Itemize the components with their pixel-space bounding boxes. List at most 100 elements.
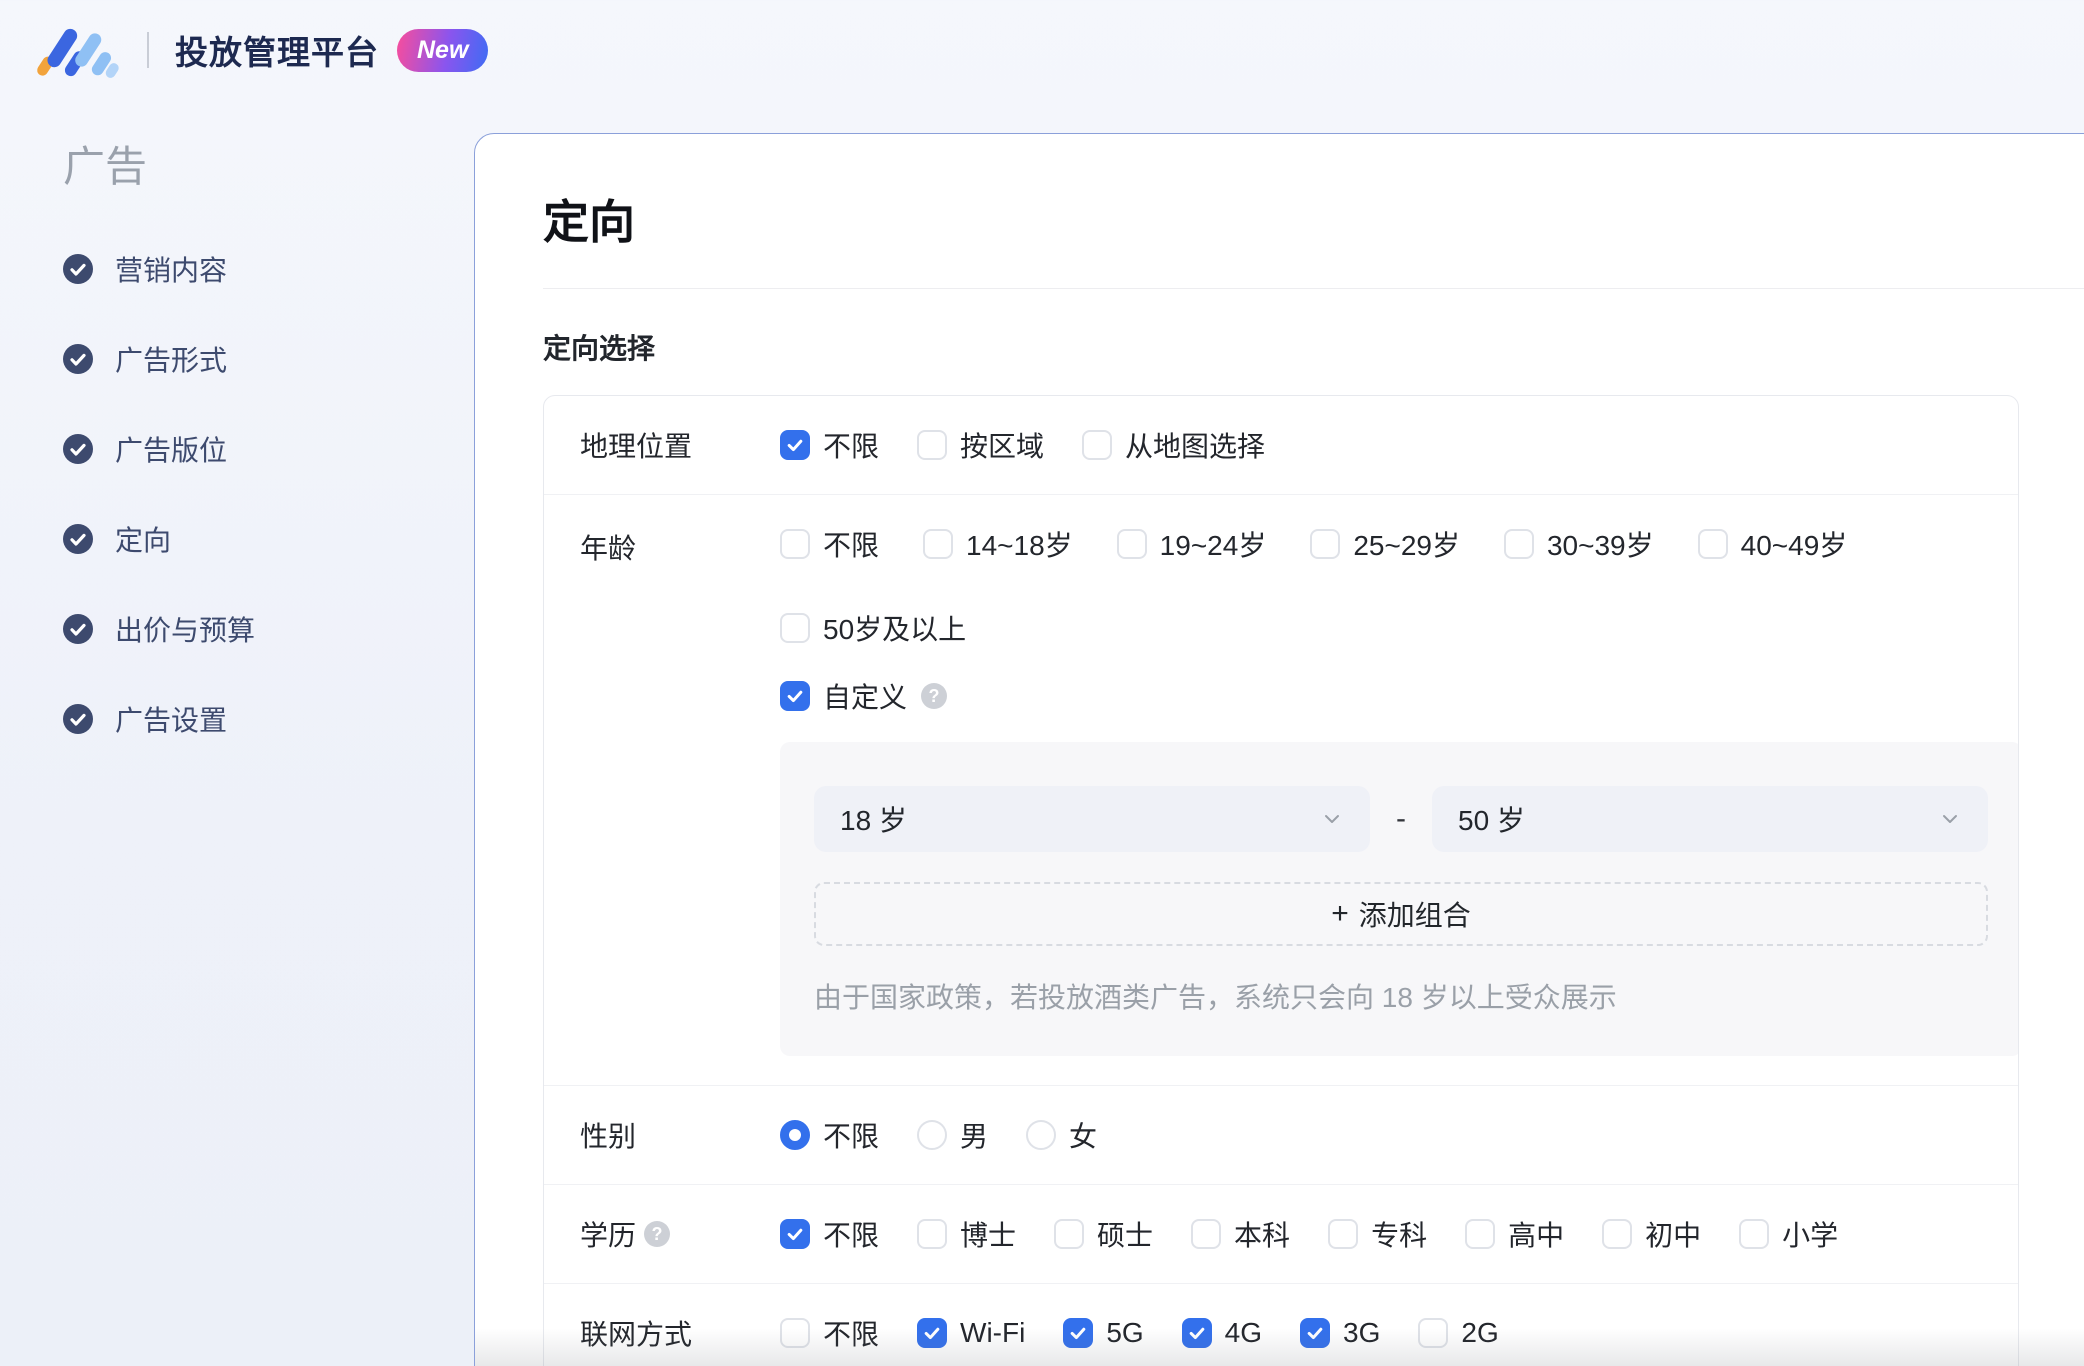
row-label: 地理位置 [580,431,693,462]
checkbox-edu-doctor[interactable]: 博士 [917,1214,1016,1254]
row-label: 年龄 [580,533,637,564]
option-label: 2G [1461,1317,1499,1348]
radio-gender-male[interactable]: 男 [917,1115,988,1155]
checkbox-net-2g[interactable]: 2G [1418,1317,1499,1349]
option-label: 男 [960,1121,989,1152]
row-label: 学历 ? [580,1214,780,1254]
checkbox-geo-by-region[interactable]: 按区域 [917,425,1044,465]
sidebar-item-label: 定向 [115,525,172,556]
row-age: 年龄 不限 14~18岁 19~24岁 25~29岁 30~39岁 40~49岁… [544,494,2018,1085]
sidebar-heading: 广告 [63,143,148,190]
checkbox-age-unlimited[interactable]: 不限 [780,524,879,564]
checkbox [1054,1219,1085,1249]
checkbox-age-14-18[interactable]: 14~18岁 [923,524,1073,564]
option-label: 不限 [823,1121,880,1152]
checkbox-age-25-29[interactable]: 25~29岁 [1310,524,1460,564]
checkbox-net-3g[interactable]: 3G [1300,1317,1380,1349]
age-from-select[interactable]: 18 岁 [814,786,1370,852]
checkbox-age-30-39[interactable]: 30~39岁 [1503,524,1654,564]
checkbox-net-4g[interactable]: 4G [1181,1317,1262,1349]
option-label: 40~49岁 [1740,530,1848,561]
checkbox-edu-middleschool[interactable]: 初中 [1602,1214,1701,1254]
checkbox [1465,1219,1496,1249]
app-header: 投放管理平台 New [0,0,2084,100]
checkbox [1300,1318,1331,1348]
checkbox-net-wifi[interactable]: Wi-Fi [917,1317,1025,1349]
sidebar-item-ad-placement[interactable]: 广告版位 [63,429,474,469]
option-label: 专科 [1371,1220,1428,1251]
sidebar-item-marketing-content[interactable]: 营销内容 [63,249,474,289]
checkbox-edu-associate[interactable]: 专科 [1328,1214,1427,1254]
age-to-select[interactable]: 50 岁 [1432,786,1988,852]
chevron-down-icon [1943,815,1957,823]
select-value: 50 岁 [1458,805,1525,836]
checkbox-age-50-plus[interactable]: 50岁及以上 [780,608,966,648]
checkbox [1328,1219,1359,1249]
radio-gender-unlimited[interactable]: 不限 [780,1115,879,1155]
select-value: 18 岁 [840,805,907,836]
row-label: 联网方式 [580,1319,693,1350]
plus-icon: + [1331,897,1349,930]
new-badge: New [397,28,489,72]
option-label: 不限 [823,1319,880,1350]
checkbox-net-5g[interactable]: 5G [1063,1317,1144,1349]
checkmark-icon [924,1327,940,1340]
option-label: 小学 [1782,1220,1839,1251]
add-combination-label: 添加组合 [1358,900,1471,931]
checkbox [1739,1219,1770,1249]
radio-gender-female[interactable]: 女 [1026,1115,1097,1155]
chevron-down-icon [1325,815,1339,823]
checkbox-net-unlimited[interactable]: 不限 [780,1313,879,1353]
section-label: 定向选择 [543,333,656,364]
checkbox-geo-unlimited[interactable]: 不限 [780,425,879,465]
option-label: 本科 [1234,1220,1291,1251]
step-sidebar: 广告 营销内容 广告形式 广告版位 定向 出价与预算 广告设置 [0,100,474,1366]
checkbox-edu-master[interactable]: 硕士 [1054,1214,1153,1254]
check-circle-icon [63,434,93,464]
checkbox [1181,1318,1212,1348]
checkbox [1063,1318,1094,1348]
checkbox [780,613,810,643]
option-label: 不限 [823,431,880,462]
option-label: 14~18岁 [966,530,1073,561]
sidebar-item-bid-budget[interactable]: 出价与预算 [63,609,474,649]
help-icon[interactable]: ? [921,683,948,709]
option-label: 博士 [960,1220,1017,1251]
checkbox-age-custom[interactable]: 自定义 [780,676,907,716]
checkbox [1310,529,1341,559]
sidebar-item-ad-format[interactable]: 广告形式 [63,339,474,379]
sidebar-item-targeting[interactable]: 定向 [63,519,474,559]
checkbox-edu-primary[interactable]: 小学 [1739,1214,1838,1254]
checkbox-age-19-24[interactable]: 19~24岁 [1116,524,1266,564]
checkbox [780,681,810,711]
sidebar-item-label: 营销内容 [115,255,228,286]
targeting-form: 地理位置 不限 按区域 从地图选择 年龄 不限 14~18岁 19~24岁 25… [543,395,2019,1366]
sidebar-item-ad-settings[interactable]: 广告设置 [63,699,474,739]
add-combination-button[interactable]: + 添加组合 [814,882,1988,946]
row-network: 联网方式 不限 Wi-Fi 5G 4G 3G 2G [544,1283,2018,1366]
checkbox-edu-highschool[interactable]: 高中 [1465,1214,1564,1254]
option-label: 25~29岁 [1353,530,1460,561]
option-label: 自定义 [823,682,908,713]
option-label: 3G [1343,1317,1381,1348]
option-label: 不限 [823,530,880,561]
checkbox [1191,1219,1222,1249]
sidebar-item-label: 出价与预算 [115,615,256,646]
checkbox [1697,529,1728,559]
help-icon[interactable]: ? [644,1221,671,1247]
checkbox [1503,529,1534,559]
header-divider [147,32,149,68]
checkbox-geo-from-map[interactable]: 从地图选择 [1082,425,1265,465]
row-label: 性别 [580,1121,637,1152]
checkmark-icon [787,690,803,703]
check-circle-icon [63,704,93,734]
checkmark-icon [1307,1327,1323,1340]
checkbox-edu-unlimited[interactable]: 不限 [780,1214,879,1254]
row-geo-location: 地理位置 不限 按区域 从地图选择 [544,396,2018,494]
checkbox-age-40-49[interactable]: 40~49岁 [1697,524,1848,564]
checkbox-edu-bachelor[interactable]: 本科 [1191,1214,1290,1254]
checkmark-icon [1189,1327,1205,1340]
sidebar-item-label: 广告形式 [115,345,228,376]
check-circle-icon [63,524,93,554]
range-separator: - [1396,802,1406,835]
